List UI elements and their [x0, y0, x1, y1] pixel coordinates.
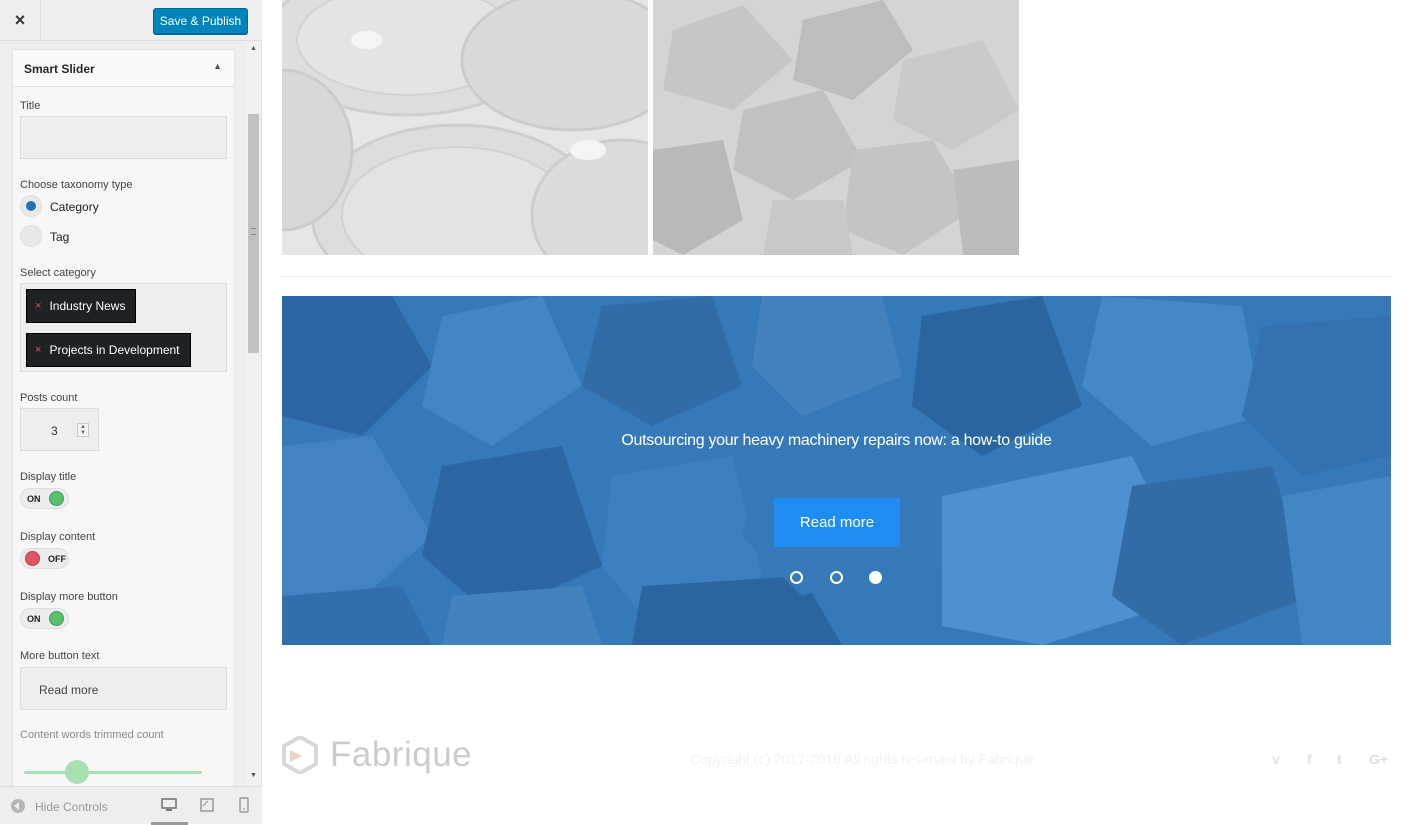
smart-slider: Outsourcing your heavy machinery repairs…	[282, 296, 1391, 645]
fabrique-logo-icon[interactable]	[282, 736, 318, 774]
more-button-text-value: Read more	[39, 683, 99, 697]
desktop-icon[interactable]	[161, 797, 177, 813]
google-plus-icon[interactable]: G+	[1369, 751, 1388, 767]
radio-tag[interactable]	[20, 225, 42, 247]
display-title-label: Display title	[20, 471, 77, 483]
read-more-button[interactable]: Read more	[774, 498, 900, 547]
vimeo-icon[interactable]: v	[1272, 751, 1280, 767]
section-divider	[282, 276, 1390, 277]
post-thumbnail-coal[interactable]	[653, 0, 1019, 255]
coal-image	[653, 0, 1019, 255]
category-tag-label: Industry News	[49, 299, 126, 313]
barrels-image	[282, 0, 648, 255]
customizer-sidebar: × Save & Publish Smart Slider ▲ Title Ch…	[0, 0, 262, 825]
collapse-arrow-icon[interactable]: ▲	[213, 61, 222, 71]
display-content-label: Display content	[20, 531, 96, 543]
trim-count-slider-track[interactable]	[24, 771, 202, 774]
copyright-text: Copyright (c) 2017-2016 All rights reser…	[690, 751, 1034, 767]
trim-count-label: Content words trimmed count	[20, 729, 164, 741]
slider-dot[interactable]	[830, 571, 843, 584]
widget-panel: Smart Slider ▲ Title Choose taxonomy typ…	[12, 49, 235, 789]
display-title-toggle[interactable]: ON	[20, 488, 69, 509]
toggle-state: ON	[27, 614, 41, 624]
toggle-state: OFF	[48, 554, 66, 564]
posts-count-label: Posts count	[20, 392, 78, 404]
collapse-left-icon[interactable]	[11, 799, 25, 813]
slider-dot-active[interactable]	[869, 571, 882, 584]
category-tag: × Industry News	[26, 289, 137, 323]
radio-category-label: Category	[50, 200, 99, 214]
radio-category[interactable]	[20, 195, 42, 217]
more-button-text-input[interactable]: Read more	[20, 667, 227, 710]
slider-dot[interactable]	[790, 571, 803, 584]
taxonomy-label: Choose taxonomy type	[20, 179, 133, 191]
scroll-up-icon[interactable]: ▲	[250, 45, 257, 52]
hide-controls-button[interactable]: Hide Controls	[35, 800, 108, 814]
slide-title[interactable]: Outsourcing your heavy machinery repairs…	[282, 432, 1391, 450]
radio-tag-label: Tag	[50, 230, 70, 244]
number-stepper-icon[interactable]: ▲ ▼	[77, 423, 89, 437]
title-input[interactable]	[20, 116, 227, 159]
trim-count-slider-handle[interactable]	[65, 760, 89, 784]
post-thumbnail-barrels[interactable]	[282, 0, 648, 255]
posts-count-input[interactable]: 3 ▲ ▼	[20, 408, 99, 451]
toggle-knob	[49, 611, 64, 626]
slide-background-image	[282, 296, 1391, 645]
category-tag: × Projects in Development	[26, 333, 191, 367]
display-content-toggle[interactable]: OFF	[20, 548, 69, 569]
remove-tag-icon[interactable]: ×	[35, 344, 41, 356]
save-publish-button[interactable]: Save & Publish	[153, 8, 248, 34]
grip-icon	[251, 228, 256, 235]
customizer-header: × Save & Publish	[0, 0, 262, 41]
toggle-knob	[49, 491, 64, 506]
scroll-down-icon[interactable]: ▼	[250, 772, 257, 779]
remove-tag-icon[interactable]: ×	[35, 300, 41, 312]
site-preview: Outsourcing your heavy machinery repairs…	[262, 0, 1411, 824]
display-more-button-label: Display more button	[20, 591, 118, 603]
widget-title: Smart Slider	[24, 62, 95, 76]
scrollbar-thumb[interactable]	[248, 114, 259, 353]
close-icon[interactable]: ×	[0, 0, 41, 41]
category-label: Select category	[20, 267, 96, 279]
twitter-icon[interactable]: t	[1337, 751, 1342, 767]
customizer-footer: Hide Controls	[0, 786, 262, 825]
toggle-knob	[25, 551, 40, 566]
facebook-icon[interactable]: f	[1307, 751, 1312, 767]
tablet-icon[interactable]	[199, 797, 215, 813]
more-button-text-label: More button text	[20, 650, 100, 662]
toggle-state: ON	[27, 494, 41, 504]
display-more-button-toggle[interactable]: ON	[20, 608, 69, 629]
widget-header[interactable]: Smart Slider ▲	[13, 50, 234, 87]
category-multiselect[interactable]: × Industry News × Projects in Developmen…	[20, 283, 227, 372]
posts-count-value: 3	[51, 424, 58, 438]
category-tag-label: Projects in Development	[49, 343, 180, 357]
mobile-icon[interactable]	[236, 797, 252, 813]
sidebar-scrollbar[interactable]: ▲ ▼	[246, 41, 261, 786]
site-logo-text[interactable]: Fabrique	[330, 735, 472, 775]
title-label: Title	[20, 100, 41, 112]
